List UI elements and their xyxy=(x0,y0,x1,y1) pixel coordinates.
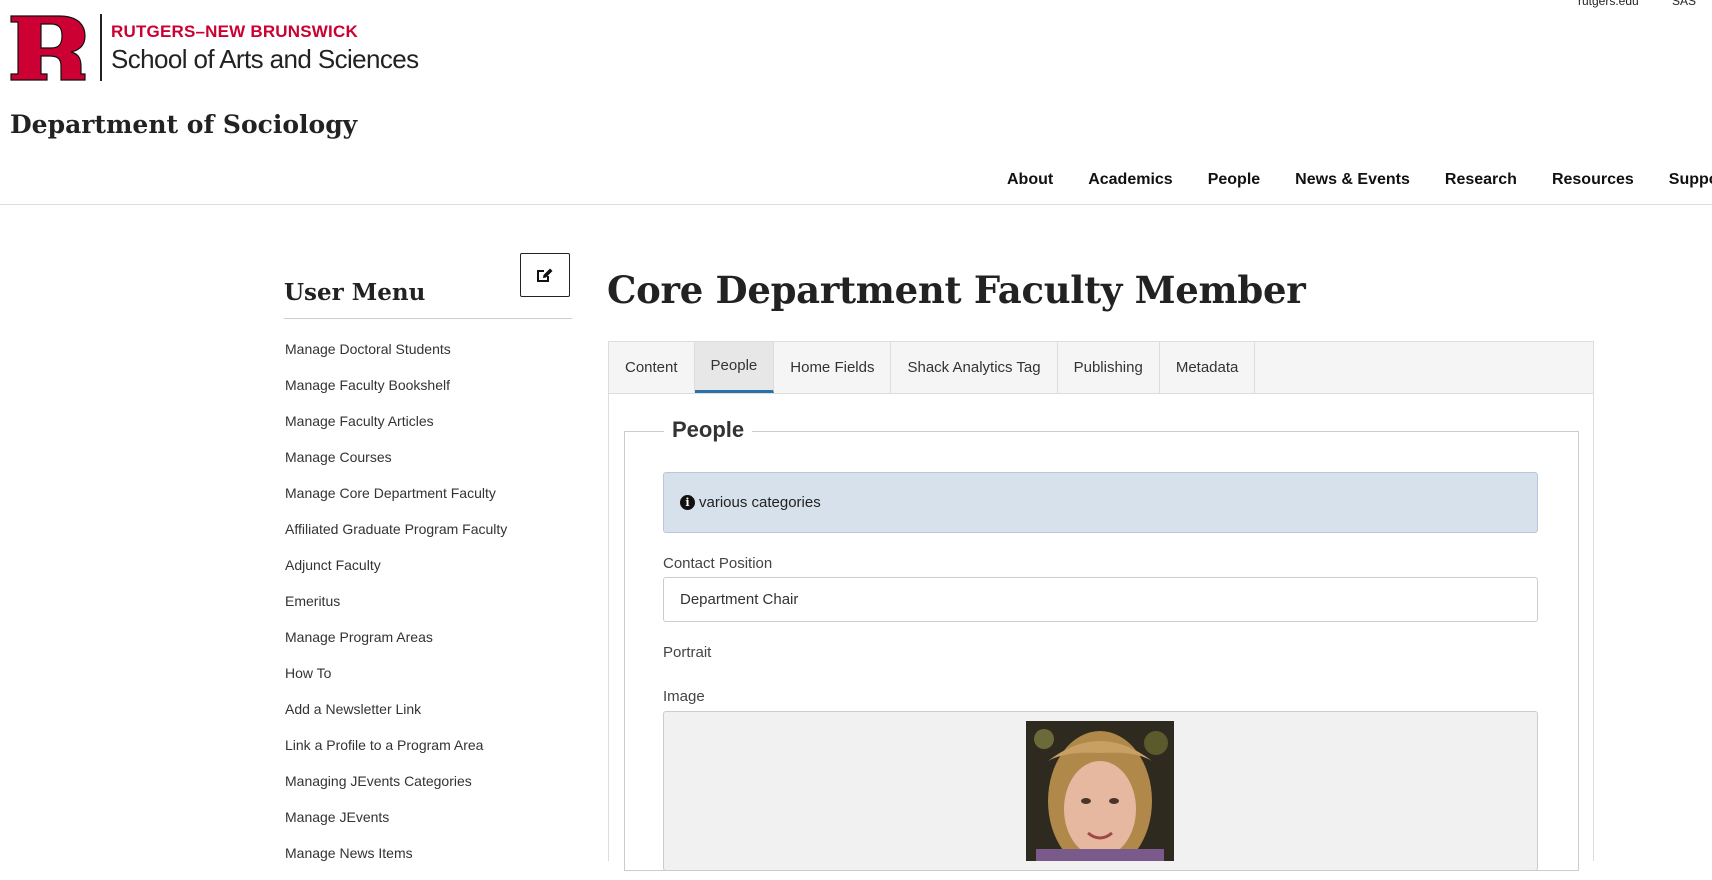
menu-item[interactable]: Manage Program Areas xyxy=(285,628,575,664)
user-menu-title: User Menu xyxy=(284,279,426,306)
nav-news-events[interactable]: News & Events xyxy=(1295,171,1410,195)
nav-people[interactable]: People xyxy=(1208,171,1260,195)
user-menu-list: Manage Doctoral Students Manage Faculty … xyxy=(285,340,575,880)
contact-position-field[interactable] xyxy=(663,577,1538,622)
menu-item[interactable]: How To xyxy=(285,664,575,700)
menu-item[interactable]: Manage News Items xyxy=(285,844,575,880)
nav-divider xyxy=(0,204,1712,205)
menu-item[interactable]: Manage Faculty Bookshelf xyxy=(285,376,575,412)
tab-shack-analytics-tag[interactable]: Shack Analytics Tag xyxy=(891,342,1058,393)
image-label: Image xyxy=(663,688,705,705)
nav-support[interactable]: Suppo xyxy=(1669,171,1712,195)
tab-people[interactable]: People xyxy=(694,342,775,393)
nav-about[interactable]: About xyxy=(1007,171,1053,195)
rutgers-r-logo[interactable] xyxy=(9,14,87,82)
menu-item[interactable]: Link a Profile to a Program Area xyxy=(285,736,575,772)
page-title: Core Department Faculty Member xyxy=(607,268,1306,312)
nav-research[interactable]: Research xyxy=(1445,171,1517,195)
menu-item[interactable]: Managing JEvents Categories xyxy=(285,772,575,808)
info-alert: i various categories xyxy=(663,472,1538,533)
fieldset-legend: People xyxy=(664,417,753,443)
nav-academics[interactable]: Academics xyxy=(1088,171,1173,195)
top-link-rutgers[interactable]: rutgers.edu xyxy=(1578,0,1639,8)
alert-text: various categories xyxy=(699,494,821,511)
top-link-sas[interactable]: SAS xyxy=(1672,0,1696,8)
tab-publishing[interactable]: Publishing xyxy=(1058,342,1160,393)
menu-item[interactable]: Manage Doctoral Students xyxy=(285,340,575,376)
menu-item[interactable]: Adjunct Faculty xyxy=(285,556,575,592)
tab-metadata[interactable]: Metadata xyxy=(1160,342,1256,393)
edit-icon xyxy=(537,268,553,282)
brand-line1: RUTGERS–NEW BRUNSWICK xyxy=(111,22,358,41)
brand-line2[interactable]: School of Arts and Sciences xyxy=(111,44,419,75)
menu-item[interactable]: Add a Newsletter Link xyxy=(285,700,575,736)
menu-item[interactable]: Manage JEvents xyxy=(285,808,575,844)
portrait-image xyxy=(1026,721,1174,861)
menu-item[interactable]: Emeritus xyxy=(285,592,575,628)
menu-item[interactable]: Manage Core Department Faculty xyxy=(285,484,575,520)
contact-position-label: Contact Position xyxy=(663,555,773,572)
tab-content[interactable]: Content xyxy=(609,342,695,393)
info-icon: i xyxy=(680,495,695,510)
tab-bar: Content People Home Fields Shack Analyti… xyxy=(609,342,1593,394)
user-menu-divider xyxy=(284,318,572,319)
menu-item[interactable]: Manage Faculty Articles xyxy=(285,412,575,448)
tab-home-fields[interactable]: Home Fields xyxy=(774,342,892,393)
menu-item[interactable]: Manage Courses xyxy=(285,448,575,484)
main-nav: About Academics People News & Events Res… xyxy=(1007,171,1712,195)
edit-menu-button[interactable] xyxy=(520,253,570,297)
menu-item[interactable]: Affiliated Graduate Program Faculty xyxy=(285,520,575,556)
portrait-label: Portrait xyxy=(663,644,712,661)
department-title[interactable]: Department of Sociology xyxy=(10,110,357,139)
logo-divider xyxy=(100,14,102,81)
nav-resources[interactable]: Resources xyxy=(1552,171,1634,195)
